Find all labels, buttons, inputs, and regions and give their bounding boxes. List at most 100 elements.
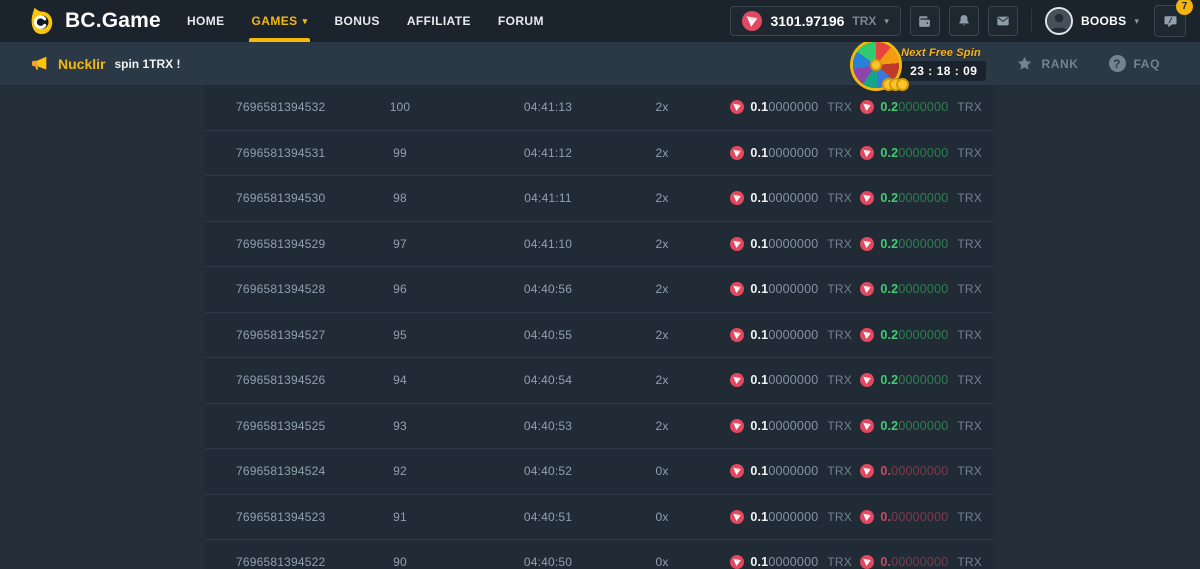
table-row[interactable]: 7696581394532 100 04:41:13 2x 0.10000000… [205, 85, 993, 131]
bet-amount-cell: 0.10000000 TRX [693, 555, 860, 569]
star-icon [1016, 55, 1033, 72]
notifications-button[interactable] [949, 6, 979, 36]
bet-number: 94 [335, 373, 465, 387]
bet-number: 97 [335, 237, 465, 251]
chevron-down-icon: ▾ [1134, 17, 1139, 26]
bet-time: 04:41:13 [465, 100, 631, 114]
bet-currency: TRX [827, 419, 852, 433]
bet-id: 7696581394524 [205, 464, 335, 478]
payout-currency: TRX [957, 510, 982, 524]
payout-amount: 0.20000000 [880, 100, 948, 114]
balance-selector[interactable]: 3101.97196 TRX ▾ [730, 6, 901, 36]
wallet-button[interactable] [910, 6, 940, 36]
chat-button[interactable]: 7 [1154, 5, 1186, 37]
payout-cell: 0.20000000 TRX [860, 282, 993, 296]
faq-link[interactable]: ? FAQ [1109, 55, 1160, 72]
announcement-game-link[interactable]: Nucklir [58, 56, 105, 72]
trx-coin-icon [860, 555, 874, 569]
payout-amount: 0.00000000 [880, 464, 948, 478]
payout-cell: 0.20000000 TRX [860, 237, 993, 251]
bet-number: 96 [335, 282, 465, 296]
payout-amount: 0.00000000 [880, 510, 948, 524]
bet-time: 04:41:12 [465, 146, 631, 160]
trx-coin-icon [860, 373, 874, 387]
bet-number: 92 [335, 464, 465, 478]
megaphone-icon [30, 54, 49, 73]
table-row[interactable]: 7696581394531 99 04:41:12 2x 0.10000000 … [205, 131, 993, 177]
trx-coin-icon [860, 419, 874, 433]
bet-multiplier: 2x [631, 146, 693, 160]
username: BOOBS [1081, 14, 1127, 28]
bet-amount-cell: 0.10000000 TRX [693, 510, 860, 524]
table-row[interactable]: 7696581394526 94 04:40:54 2x 0.10000000 … [205, 358, 993, 404]
bet-currency: TRX [827, 191, 852, 205]
bet-currency: TRX [827, 100, 852, 114]
trx-coin-icon [730, 146, 744, 160]
payout-cell: 0.00000000 TRX [860, 510, 993, 524]
messages-button[interactable] [988, 6, 1018, 36]
bet-amount-cell: 0.10000000 TRX [693, 282, 860, 296]
next-free-spin-label: Next Free Spin [901, 47, 981, 59]
trx-coin-icon [730, 464, 744, 478]
coins-icon [888, 78, 909, 91]
table-row[interactable]: 7696581394530 98 04:41:11 2x 0.10000000 … [205, 176, 993, 222]
nav-forum[interactable]: FORUM [498, 0, 544, 42]
table-row[interactable]: 7696581394528 96 04:40:56 2x 0.10000000 … [205, 267, 993, 313]
bet-time: 04:41:10 [465, 237, 631, 251]
bet-amount-cell: 0.10000000 TRX [693, 328, 860, 342]
payout-currency: TRX [957, 419, 982, 433]
table-row[interactable]: 7696581394529 97 04:41:10 2x 0.10000000 … [205, 222, 993, 268]
payout-cell: 0.00000000 TRX [860, 464, 993, 478]
bet-time: 04:40:53 [465, 419, 631, 433]
bet-amount: 0.10000000 [750, 555, 818, 569]
payout-currency: TRX [957, 100, 982, 114]
payout-currency: TRX [957, 146, 982, 160]
nav-home[interactable]: HOME [187, 0, 225, 42]
rank-label: RANK [1041, 57, 1078, 71]
bet-amount-cell: 0.10000000 TRX [693, 373, 860, 387]
bet-multiplier: 2x [631, 328, 693, 342]
payout-cell: 0.20000000 TRX [860, 373, 993, 387]
table-row[interactable]: 7696581394524 92 04:40:52 0x 0.10000000 … [205, 449, 993, 495]
bet-multiplier: 0x [631, 555, 693, 569]
trx-coin-icon [730, 373, 744, 387]
mail-icon [995, 13, 1011, 29]
bet-time: 04:40:54 [465, 373, 631, 387]
table-row[interactable]: 7696581394522 90 04:40:50 0x 0.10000000 … [205, 540, 993, 569]
bet-amount: 0.10000000 [750, 328, 818, 342]
payout-currency: TRX [957, 328, 982, 342]
bet-id: 7696581394527 [205, 328, 335, 342]
bet-time: 04:40:51 [465, 510, 631, 524]
balance-amount: 3101.97196 [770, 13, 844, 29]
chevron-down-icon: ▾ [303, 17, 308, 26]
bet-amount-cell: 0.10000000 TRX [693, 146, 860, 160]
payout-currency: TRX [957, 464, 982, 478]
bet-currency: TRX [827, 510, 852, 524]
chevron-down-icon: ▾ [884, 17, 889, 26]
free-spin-widget[interactable]: Next Free Spin 23 : 18 : 09 [853, 41, 986, 87]
bet-amount: 0.10000000 [750, 100, 818, 114]
rank-link[interactable]: RANK [1016, 55, 1078, 72]
user-menu[interactable]: BOOBS ▾ [1045, 7, 1139, 35]
table-row[interactable]: 7696581394523 91 04:40:51 0x 0.10000000 … [205, 495, 993, 541]
bet-id: 7696581394529 [205, 237, 335, 251]
nav-games[interactable]: GAMES ▾ [252, 0, 308, 42]
table-row[interactable]: 7696581394525 93 04:40:53 2x 0.10000000 … [205, 404, 993, 450]
payout-currency: TRX [957, 373, 982, 387]
nav-affiliate[interactable]: AFFILIATE [407, 0, 471, 42]
brand-logo[interactable]: BC.Game [26, 6, 161, 36]
navbar-right: 3101.97196 TRX ▾ BOOBS ▾ [730, 5, 1186, 37]
bet-number: 100 [335, 100, 465, 114]
trx-coin-icon [730, 510, 744, 524]
bet-currency: TRX [827, 373, 852, 387]
wheel-hub [870, 59, 882, 71]
divider [1031, 9, 1032, 33]
payout-currency: TRX [957, 555, 982, 569]
nav-bonus[interactable]: BONUS [334, 0, 379, 42]
trx-coin-icon [860, 191, 874, 205]
bet-currency: TRX [827, 282, 852, 296]
bet-amount: 0.10000000 [750, 146, 818, 160]
bet-amount-cell: 0.10000000 TRX [693, 464, 860, 478]
payout-currency: TRX [957, 237, 982, 251]
table-row[interactable]: 7696581394527 95 04:40:55 2x 0.10000000 … [205, 313, 993, 359]
